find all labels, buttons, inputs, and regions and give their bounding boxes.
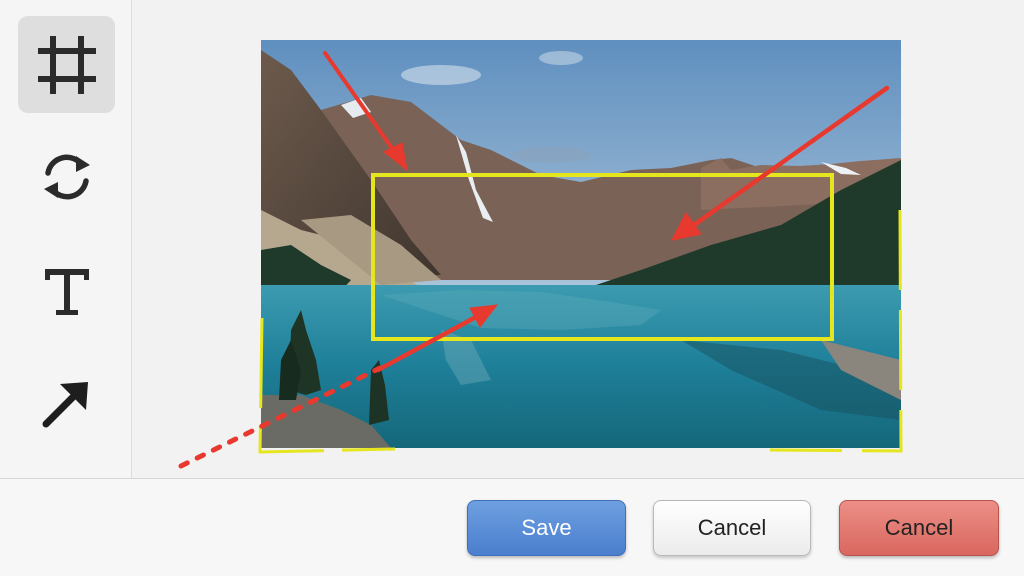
action-bar: Save Cancel Cancel [0, 478, 1024, 576]
text-icon [44, 268, 89, 315]
arrow-tool-button[interactable] [18, 354, 115, 451]
photo-illustration [261, 40, 901, 448]
save-button[interactable]: Save [467, 500, 626, 556]
crop-tool-button[interactable] [18, 16, 115, 113]
tool-sidebar [0, 0, 132, 478]
rotate-tool-button[interactable] [18, 128, 115, 225]
rotate-icon [43, 154, 90, 199]
mountain-lake-photo[interactable] [261, 40, 901, 448]
arrow-icon [42, 381, 88, 427]
cancel-button-red[interactable]: Cancel [839, 500, 999, 556]
cancel-button[interactable]: Cancel [653, 500, 811, 556]
crop-icon [37, 35, 96, 94]
text-tool-button[interactable] [18, 242, 115, 339]
